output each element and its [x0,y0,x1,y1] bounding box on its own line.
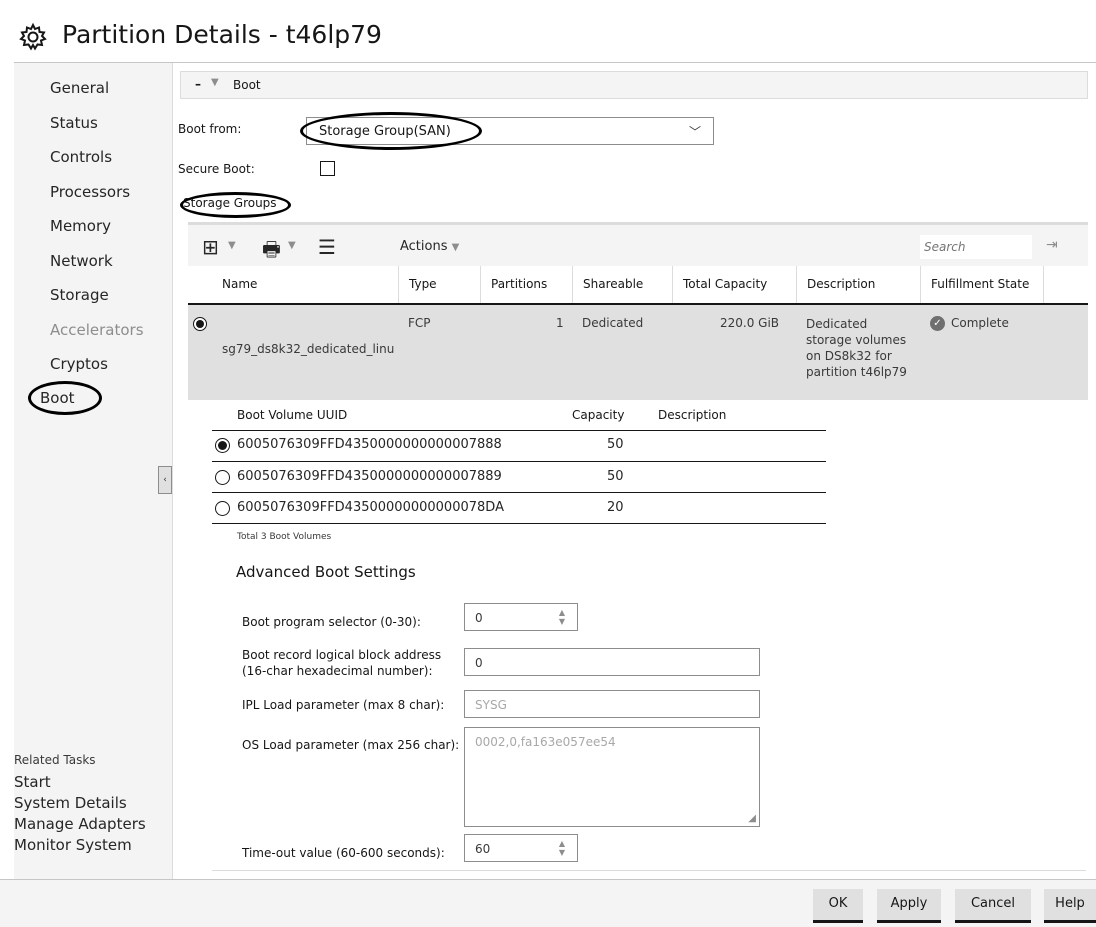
collapse-sidebar-handle[interactable]: ‹ [158,466,172,494]
timeout-value: 60 [475,842,491,856]
column-header-name[interactable]: Name [212,266,398,304]
apply-button[interactable]: Apply [877,889,941,923]
boot-record-lba-label-line2: (16-char hexadecimal number): [242,664,433,678]
title-divider [14,62,1096,63]
timeout-stepper[interactable]: 60 ▲ ▼ [464,834,578,862]
related-task-monitor-system[interactable]: Monitor System [14,836,132,854]
divider [212,461,826,462]
sidebar-item-storage[interactable]: Storage [50,286,109,304]
cancel-button[interactable]: Cancel [955,889,1031,923]
chevron-down-icon: ﹀ [688,125,701,139]
split-view-icon[interactable]: ⇥ [1046,237,1058,253]
boot-volume-capacity-header: Capacity [572,408,625,422]
sidebar-item-controls[interactable]: Controls [50,148,112,166]
table-view-icon[interactable]: ⊞ [202,235,219,259]
boot-record-lba-label-line1: Boot record logical block address [242,648,442,662]
annotation-ellipse [28,381,102,415]
secure-boot-label: Secure Boot: [178,162,255,176]
column-header-description[interactable]: Description [796,266,920,304]
boot-volume-capacity-2: 50 [607,469,624,484]
boot-volume-capacity-3: 20 [607,500,624,515]
row-radio-selected[interactable] [193,317,207,331]
related-task-system-details[interactable]: System Details [14,794,127,812]
related-task-manage-adapters[interactable]: Manage Adapters [14,815,146,833]
divider [212,870,1086,871]
os-load-parameter-value: 0002,0,fa163e057ee54 [475,735,616,749]
cell-total-capacity: 220.0 GiB [720,316,780,330]
boot-volume-radio-2[interactable] [215,470,230,485]
timeout-label: Time-out value (60-600 seconds): [242,846,445,860]
related-task-start[interactable]: Start [14,773,51,791]
actions-menu[interactable]: Actions ▼ [400,239,459,254]
boot-program-selector-label: Boot program selector (0-30): [242,615,421,629]
boot-volume-uuid-1: 6005076309FFD4350000000000007888 [237,437,502,452]
ipl-load-parameter-label: IPL Load parameter (max 8 char): [242,698,445,712]
ipl-load-parameter-value: SYSG [475,698,507,712]
print-icon[interactable]: 🖶 [262,235,281,269]
column-header-shareable[interactable]: Shareable [572,266,672,304]
advanced-boot-settings-title: Advanced Boot Settings [236,563,416,581]
boot-volume-radio-1[interactable] [215,438,230,453]
os-load-parameter-textarea[interactable]: 0002,0,fa163e057ee54 ◢ [464,727,760,827]
column-header-partitions[interactable]: Partitions [480,266,572,304]
annotation-ellipse [180,192,291,218]
boot-volume-uuid-3: 6005076309FFD43500000000000078DA [237,500,504,515]
column-header-fulfillment-state[interactable]: Fulfillment State [920,266,1044,304]
sidebar-item-cryptos[interactable]: Cryptos [50,355,108,373]
boot-volume-capacity-1: 50 [607,437,624,452]
boot-from-label: Boot from: [178,122,242,136]
related-tasks-heading: Related Tasks [14,753,96,767]
divider [212,430,826,431]
boot-volume-radio-3[interactable] [215,501,230,516]
column-header-total-capacity[interactable]: Total Capacity [672,266,796,304]
sidebar-item-processors[interactable]: Processors [50,183,130,201]
configure-columns-icon[interactable]: ☰ [318,235,336,259]
boot-record-lba-value: 0 [475,656,483,670]
boot-volume-uuid-header: Boot Volume UUID [237,408,348,422]
collapse-toggle[interactable]: – [195,77,201,91]
cell-name[interactable]: sg79_ds8k32_dedicated_linu [222,342,394,356]
chevron-down-icon: ▼ [211,77,219,88]
gear-icon [18,22,48,52]
section-title: Boot [233,78,261,92]
cell-shareable: Dedicated [582,316,644,330]
column-header-type[interactable]: Type [398,266,480,304]
annotation-ellipse [300,112,482,150]
boot-section-header[interactable]: – ▼ Boot [180,71,1088,99]
check-circle-icon: ✓ [930,316,945,331]
cell-partitions: 1 [556,316,564,330]
boot-program-selector-value: 0 [475,611,483,625]
sidebar-item-status[interactable]: Status [50,114,98,132]
divider [212,492,826,493]
sidebar-item-network[interactable]: Network [50,252,113,270]
divider [212,523,826,524]
boot-volume-total: Total 3 Boot Volumes [237,532,332,542]
help-button[interactable]: Help [1044,889,1096,923]
table-toolbar: ⊞ ▼ 🖶 ▼ ☰ Actions ▼ ⇥ [188,222,1088,266]
boot-record-lba-input[interactable]: 0 [464,648,760,676]
ipl-load-parameter-input[interactable]: SYSG [464,690,760,718]
cell-type: FCP [408,316,431,330]
stepper-arrows-icon[interactable]: ▲ ▼ [559,839,565,857]
boot-volume-description-header: Description [658,408,727,422]
sidebar-item-accelerators: Accelerators [50,321,144,339]
ok-button[interactable]: OK [813,889,863,923]
sidebar: General Status Controls Processors Memor… [14,63,173,879]
sidebar-item-memory[interactable]: Memory [50,217,111,235]
search-input[interactable] [920,235,1032,259]
secure-boot-checkbox[interactable] [320,161,335,176]
sidebar-item-general[interactable]: General [50,79,109,97]
os-load-parameter-label: OS Load parameter (max 256 char): [242,738,460,752]
stepper-arrows-icon[interactable]: ▲ ▼ [559,608,565,626]
chevron-down-icon[interactable]: ▼ [228,240,236,251]
resize-handle-icon[interactable]: ◢ [748,813,756,824]
chevron-down-icon[interactable]: ▼ [288,240,296,251]
cell-description: Dedicated storage volumes on DS8k32 for … [806,317,907,379]
boot-volume-uuid-2: 6005076309FFD4350000000000007889 [237,469,502,484]
boot-program-selector-stepper[interactable]: 0 ▲ ▼ [464,603,578,631]
cell-fulfillment-state: Complete [951,316,1009,330]
page-title: Partition Details - t46lp79 [62,20,382,49]
